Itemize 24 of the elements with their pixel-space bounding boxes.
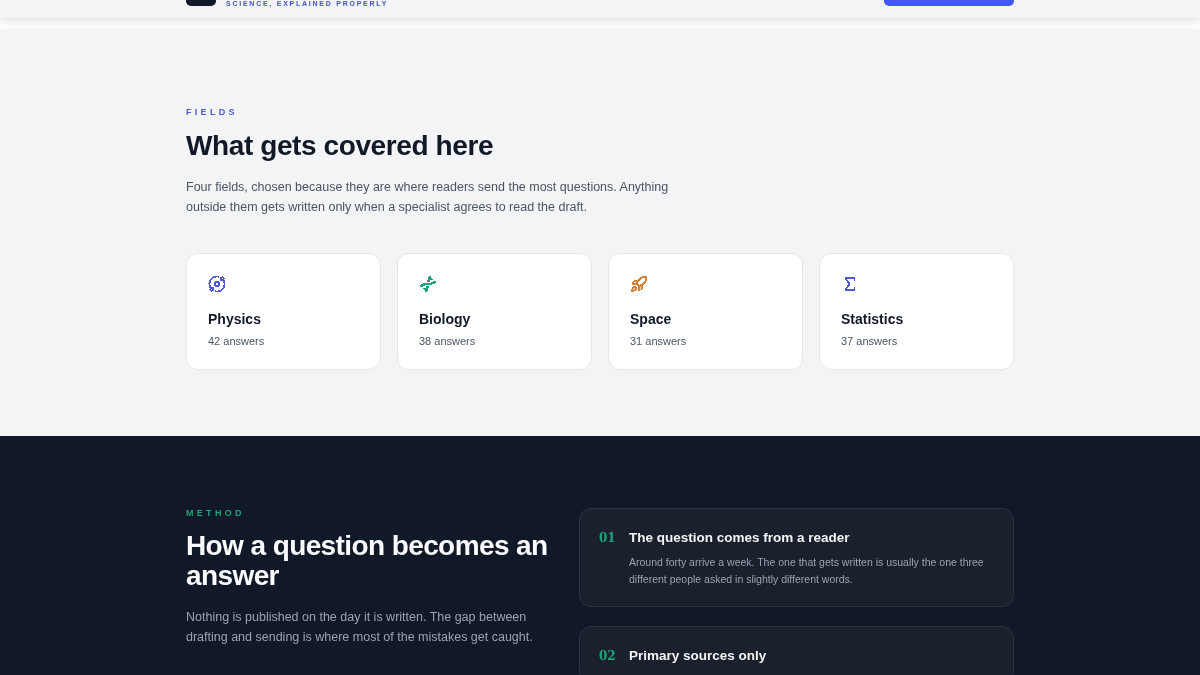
section-heading: What gets covered here [186,131,495,161]
field-card[interactable]: Physics 42 answers [186,253,381,370]
section-intro: Nothing is published on the day it is written. The gap between drafting and sending is where most of the mistakes get caught. [186,609,534,646]
answer-count: 31 answers [630,334,687,348]
step-title: Primary sources only [629,648,767,664]
field-name: Physics [208,310,261,328]
step-number: 01 [599,530,617,546]
section-eyebrow: METHOD [186,508,245,519]
section-eyebrow: FIELDS [186,107,238,118]
section-heading: How a question becomes an answer [186,531,549,591]
answer-count: 38 answers [419,334,476,348]
field-card[interactable]: Space 31 answers [608,253,803,370]
field-name: Statistics [841,310,904,328]
answer-count: 42 answers [208,334,265,348]
step-description: Around forty arrive a week. The one that gets written is usually the one three different people asked in slightly different words. [629,555,985,587]
field-card[interactable]: Biology 38 answers [397,253,592,370]
field-card[interactable]: Statistics 37 answers [819,253,1014,370]
field-name: Space [630,310,672,328]
answer-count: 37 answers [841,334,898,348]
step-title: The question comes from a reader [629,530,850,546]
section-intro: Four fields, chosen because they are where readers send the most questions. Anything outside them gets written only when a specialist agrees to read the draft. [186,179,670,216]
step-number: 02 [599,648,617,664]
field-name: Biology [419,310,471,328]
logo-tile[interactable] [186,0,216,6]
